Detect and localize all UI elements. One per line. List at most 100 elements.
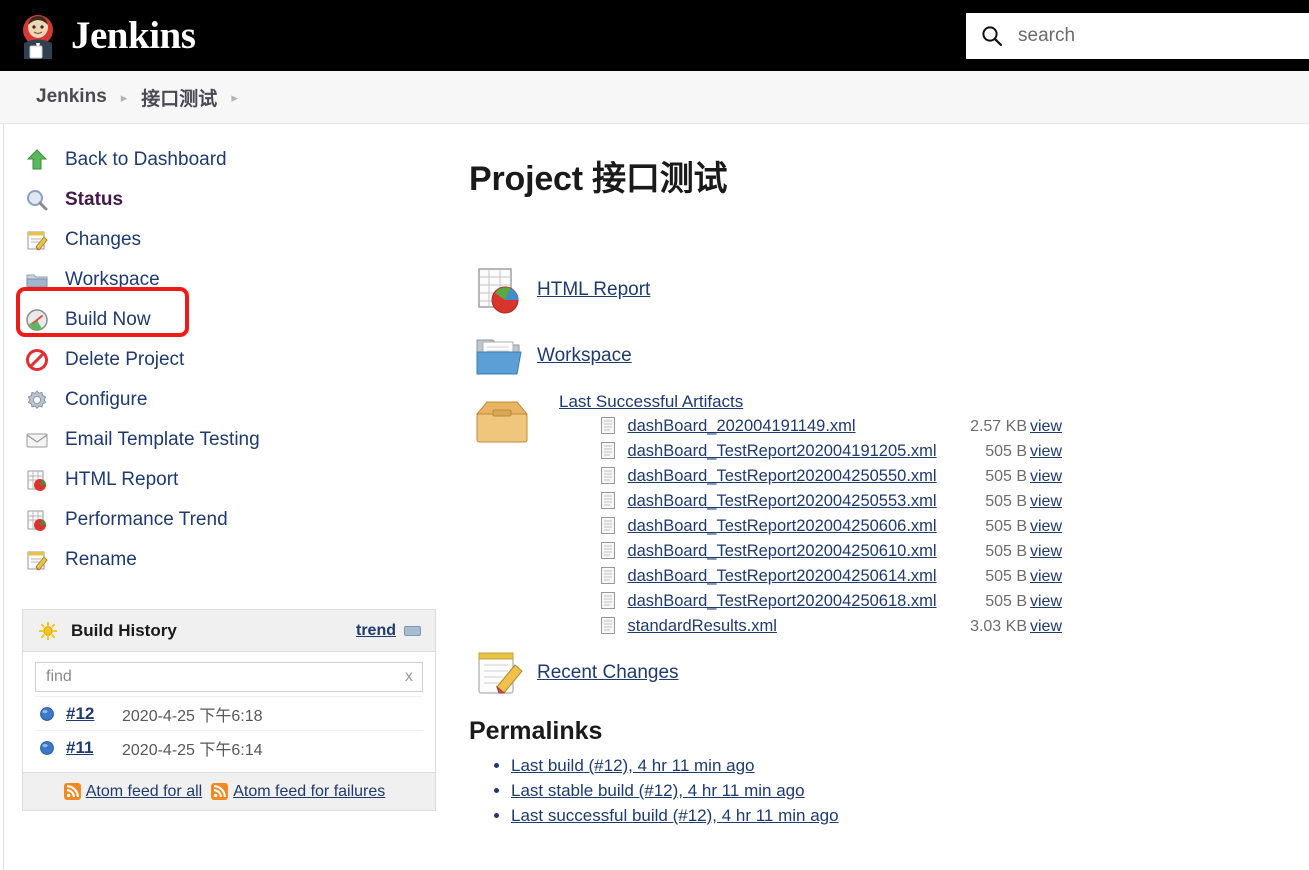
permalink-last-build[interactable]: Last build (#12), 4 hr 11 min ago: [511, 756, 755, 775]
sidebar-item-label: Workspace: [65, 269, 160, 290]
search-box[interactable]: [966, 13, 1309, 59]
breadcrumb-separator-icon: ▸: [231, 89, 238, 105]
clear-icon[interactable]: x: [405, 668, 413, 686]
xml-file-icon: [601, 617, 615, 634]
artifact-size: 505 B: [985, 542, 1027, 560]
artifacts-table: dashBoard_202004191149.xml 2.57 KB view …: [559, 414, 1069, 639]
table-row[interactable]: dashBoard_TestReport202004250553.xml 505…: [559, 489, 1069, 514]
sidebar-item-build-now[interactable]: Build Now: [4, 300, 449, 340]
last-successful-artifacts-link[interactable]: Last Successful Artifacts: [559, 392, 743, 412]
report-chart-icon: [473, 264, 525, 316]
workspace-row[interactable]: Workspace: [473, 330, 1309, 382]
sidebar-item-html-report[interactable]: HTML Report: [4, 460, 449, 500]
sidebar-item-email-template-testing[interactable]: Email Template Testing: [4, 420, 449, 460]
artifact-link[interactable]: dashBoard_TestReport202004250610.xml: [627, 542, 936, 560]
page-title: Project 接口测试: [469, 160, 728, 198]
table-row[interactable]: dashBoard_202004191149.xml 2.57 KB view: [559, 414, 1069, 439]
atom-feed-all-link[interactable]: Atom feed for all: [86, 783, 203, 801]
build-history-header: Build History trend: [23, 610, 435, 652]
permalinks-list: Last build (#12), 4 hr 11 min ago Last s…: [449, 756, 1309, 826]
artifact-link[interactable]: dashBoard_TestReport202004250553.xml: [627, 492, 936, 510]
permalink-last-successful-build[interactable]: Last successful build (#12), 4 hr 11 min…: [511, 806, 839, 825]
table-row[interactable]: dashBoard_TestReport202004250606.xml 505…: [559, 514, 1069, 539]
build-history-panel: Build History trend x: [22, 609, 436, 811]
build-timestamp: 2020-4-25 下午6:18: [122, 707, 263, 725]
xml-file-icon: [601, 592, 615, 609]
xml-file-icon: [601, 567, 615, 584]
artifact-view-link[interactable]: view: [1029, 589, 1069, 614]
jenkins-butler-logo-icon[interactable]: [16, 13, 60, 59]
artifact-view-link[interactable]: view: [1029, 514, 1069, 539]
list-item[interactable]: Last successful build (#12), 4 hr 11 min…: [511, 806, 1309, 826]
table-row[interactable]: dashBoard_TestReport202004250618.xml 505…: [559, 589, 1069, 614]
artifact-link[interactable]: dashBoard_TestReport202004250614.xml: [627, 567, 936, 585]
sidebar: Back to Dashboard Status Changes Workspa…: [4, 124, 449, 811]
build-row[interactable]: #11 2020-4-25 下午6:14: [35, 730, 423, 764]
notepad-pencil-icon: [473, 647, 525, 699]
search-input[interactable]: [1016, 21, 1246, 51]
artifact-link[interactable]: standardResults.xml: [627, 617, 776, 635]
page-body: Back to Dashboard Status Changes Workspa…: [0, 124, 1309, 870]
workspace-link[interactable]: Workspace: [537, 345, 632, 367]
sidebar-item-delete-project[interactable]: Delete Project: [4, 340, 449, 380]
atom-feed-failures-link[interactable]: Atom feed for failures: [233, 783, 385, 801]
list-item[interactable]: Last stable build (#12), 4 hr 11 min ago: [511, 781, 1309, 801]
report-chart-icon: [24, 467, 50, 493]
list-item[interactable]: Last build (#12), 4 hr 11 min ago: [511, 756, 1309, 776]
trend-link[interactable]: trend: [356, 622, 396, 640]
sidebar-item-back-to-dashboard[interactable]: Back to Dashboard: [4, 140, 449, 180]
artifact-view-link[interactable]: view: [1029, 464, 1069, 489]
artifact-size: 505 B: [985, 567, 1027, 585]
artifact-size: 505 B: [985, 592, 1027, 610]
sidebar-item-rename[interactable]: Rename: [4, 540, 449, 580]
build-history-body: x #12 2020-4-25 下午6:18: [23, 652, 435, 764]
artifact-link[interactable]: dashBoard_TestReport202004191205.xml: [627, 442, 936, 460]
report-chart-icon: [24, 507, 50, 533]
sidebar-item-label: Status: [65, 189, 124, 210]
artifact-view-link[interactable]: view: [1029, 489, 1069, 514]
artifact-size: 2.57 KB: [970, 417, 1027, 435]
artifact-view-link[interactable]: view: [1029, 539, 1069, 564]
sidebar-item-performance-trend[interactable]: Performance Trend: [4, 500, 449, 540]
build-row[interactable]: #12 2020-4-25 下午6:18: [35, 696, 423, 730]
build-number-link[interactable]: #11: [66, 738, 122, 758]
brand-home-link[interactable]: Jenkins: [16, 13, 196, 59]
xml-file-icon: [601, 467, 615, 484]
artifact-view-link[interactable]: view: [1029, 614, 1069, 639]
build-find-input[interactable]: [36, 664, 366, 690]
artifact-link[interactable]: dashBoard_TestReport202004250550.xml: [627, 467, 936, 485]
package-box-icon: [473, 398, 531, 446]
breadcrumb-item-jenkins[interactable]: Jenkins: [36, 86, 107, 108]
recent-changes-row[interactable]: Recent Changes: [473, 647, 1309, 699]
build-history-trend-controls: trend: [356, 622, 421, 640]
sidebar-item-status[interactable]: Status: [4, 180, 449, 220]
sidebar-item-changes[interactable]: Changes: [4, 220, 449, 260]
permalink-last-stable-build[interactable]: Last stable build (#12), 4 hr 11 min ago: [511, 781, 805, 800]
artifact-link[interactable]: dashBoard_202004191149.xml: [627, 417, 855, 435]
artifact-view-link[interactable]: view: [1029, 439, 1069, 464]
folder-blue-icon: [473, 330, 525, 382]
build-find-row[interactable]: x: [35, 662, 423, 692]
table-row[interactable]: standardResults.xml 3.03 KB view: [559, 614, 1069, 639]
table-row[interactable]: dashBoard_TestReport202004191205.xml 505…: [559, 439, 1069, 464]
html-report-link[interactable]: HTML Report: [537, 279, 650, 301]
collapse-icon[interactable]: [404, 625, 421, 636]
recent-changes-link[interactable]: Recent Changes: [537, 662, 679, 684]
table-row[interactable]: dashBoard_TestReport202004250550.xml 505…: [559, 464, 1069, 489]
artifact-link[interactable]: dashBoard_TestReport202004250618.xml: [627, 592, 936, 610]
sidebar-task-list: Back to Dashboard Status Changes Workspa…: [4, 124, 449, 580]
html-report-row[interactable]: HTML Report: [473, 264, 1309, 316]
up-arrow-icon: [24, 147, 50, 173]
sidebar-item-configure[interactable]: Configure: [4, 380, 449, 420]
sidebar-item-workspace[interactable]: Workspace: [4, 260, 449, 300]
app-header: Jenkins: [0, 0, 1309, 71]
folder-icon: [24, 267, 50, 293]
table-row[interactable]: dashBoard_TestReport202004250610.xml 505…: [559, 539, 1069, 564]
artifact-view-link[interactable]: view: [1029, 414, 1069, 439]
table-row[interactable]: dashBoard_TestReport202004250614.xml 505…: [559, 564, 1069, 589]
artifact-view-link[interactable]: view: [1029, 564, 1069, 589]
sidebar-item-label: Email Template Testing: [65, 429, 260, 450]
artifact-link[interactable]: dashBoard_TestReport202004250606.xml: [627, 517, 936, 535]
breadcrumb-item-project[interactable]: 接口测试: [141, 84, 217, 111]
build-number-link[interactable]: #12: [66, 704, 122, 724]
